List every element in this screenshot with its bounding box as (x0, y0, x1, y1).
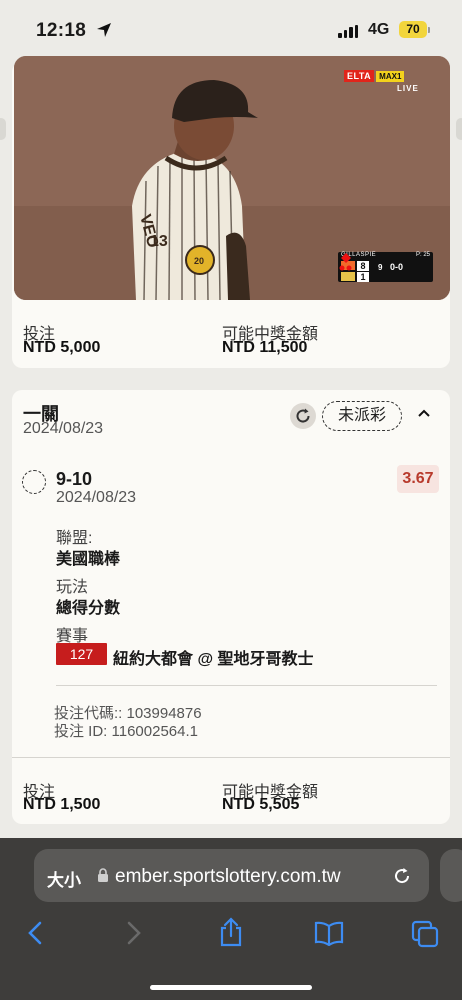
stake-value: NTD 1,500 (23, 796, 101, 813)
bookmarks-icon[interactable] (313, 920, 345, 946)
network-type: 4G (368, 21, 390, 38)
clock: 12:18 (36, 20, 87, 41)
bases-diamond-icon (339, 253, 352, 271)
right-edge-tab (456, 118, 462, 140)
odds-badge: 3.67 (397, 465, 439, 493)
ball-strike-count: 0-0 (390, 262, 404, 272)
elta-logo: ELTA (344, 70, 375, 82)
top-stake-value: NTD 5,000 (23, 339, 101, 356)
url-text[interactable]: ember.sportslottery.com.tw (115, 866, 341, 888)
refresh-icon (296, 408, 310, 423)
lock-icon (98, 868, 108, 882)
selection-name: 9-10 (56, 469, 93, 489)
home-indicator (150, 985, 312, 990)
divider (12, 757, 450, 758)
market-value: 總得分數 (56, 600, 121, 617)
svg-text:20: 20 (194, 256, 204, 266)
next-tab-preview[interactable] (440, 849, 462, 902)
top-payout-value: NTD 11,500 (222, 339, 308, 356)
text-size-button[interactable]: 大小 (47, 866, 81, 891)
selection-status-icon (22, 470, 46, 494)
event-number-badge: 127 (56, 643, 107, 665)
padres-logo-icon (341, 272, 355, 281)
battery-tip (428, 27, 430, 33)
channel-badge: MAX1 (376, 70, 405, 82)
away-score: 8 (357, 261, 369, 271)
share-icon[interactable] (218, 917, 244, 947)
settlement-status-badge: 未派彩 (322, 401, 402, 431)
live-indicator: LIVE (397, 84, 419, 93)
battery-level: 70 (406, 22, 420, 36)
divider (56, 685, 437, 686)
live-video-player[interactable]: 20 VEO 13 ELTA MAX1 LIVE GILLASPIE P: 25… (14, 56, 450, 300)
home-score: 1 (357, 272, 369, 282)
refresh-button[interactable] (290, 403, 316, 429)
chevron-up-icon[interactable] (417, 408, 431, 418)
inning: 9 (378, 263, 383, 272)
left-edge-tab (0, 118, 6, 140)
broadcast-logo: ELTA MAX1 (344, 70, 405, 82)
payout-value: NTD 5,505 (222, 796, 300, 813)
location-arrow-icon (97, 23, 111, 37)
scorebug: GILLASPIE P: 25 8 1 9 0-0 (338, 252, 433, 282)
back-icon[interactable] (26, 920, 44, 946)
reload-icon[interactable] (392, 866, 412, 886)
selection-date: 2024/08/23 (56, 489, 137, 506)
tabs-icon[interactable] (411, 920, 439, 948)
bet-date: 2024/08/23 (23, 420, 104, 437)
event-name: 紐約大都會 @ 聖地牙哥教士 (113, 651, 314, 668)
svg-text:13: 13 (150, 233, 168, 250)
cellular-signal-icon (338, 25, 358, 38)
scorebug-pitch-count: P: 25 (415, 252, 430, 258)
league-value: 美國職棒 (56, 551, 121, 568)
battery-icon: 70 (399, 21, 427, 38)
scorebug-home-row: 1 (341, 272, 371, 282)
status-bar: 12:18 4G 70 (0, 0, 462, 58)
forward-icon[interactable] (125, 920, 143, 946)
settlement-status-text: 未派彩 (337, 407, 386, 424)
bet-id: 投注 ID: 116002564.1 (54, 723, 198, 740)
